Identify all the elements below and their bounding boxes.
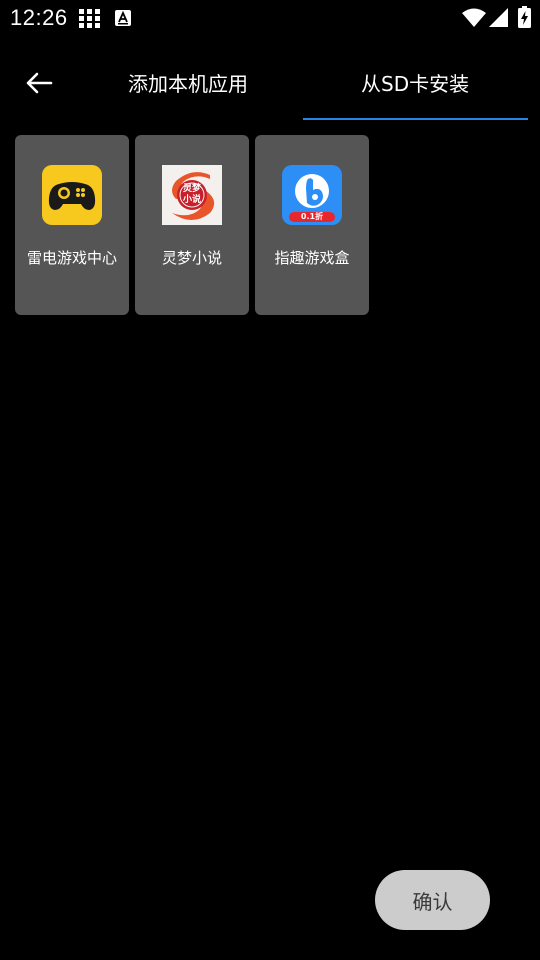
app-label: 灵梦小说: [161, 249, 222, 267]
wifi-icon: [462, 8, 486, 32]
header: 添加本机应用 从SD卡安装: [0, 50, 540, 120]
gamepad-icon: [42, 165, 102, 225]
battery-charging-icon: [518, 6, 531, 32]
app-label: 雷电游戏中心: [26, 249, 117, 267]
screen: 12:26 添加本机应用 从SD卡安装 雷电游戏中心 灵梦小说 灵梦小说 0.1…: [0, 0, 540, 960]
discount-badge: 0.1折: [300, 212, 324, 221]
status-time: 12:26: [10, 5, 68, 30]
tab-install-from-sd[interactable]: 从SD卡安装: [361, 68, 469, 100]
back-button[interactable]: [18, 64, 60, 106]
app-tile-leidian-game-center[interactable]: 雷电游戏中心: [15, 135, 129, 315]
grid-notification-icon: [79, 9, 101, 33]
tab-add-local-app[interactable]: 添加本机应用: [128, 68, 248, 100]
status-bar: 12:26: [0, 0, 540, 36]
zhiqu-game-box-icon: 0.1折: [282, 165, 342, 225]
icon-text: 灵梦小说: [182, 184, 201, 205]
a-letter-notification-icon: [115, 10, 131, 30]
app-tile-lingmeng-novel[interactable]: 灵梦小说 灵梦小说: [135, 135, 249, 315]
confirm-button[interactable]: 确认: [375, 870, 490, 930]
lingmeng-novel-icon: 灵梦小说: [162, 165, 222, 225]
signal-icon: [489, 8, 509, 32]
app-label: 指趣游戏盒: [274, 249, 350, 267]
arrow-left-icon: [25, 71, 53, 99]
tab-selected-indicator: [303, 118, 528, 120]
app-tile-zhiqu-game-box[interactable]: 0.1折 指趣游戏盒: [255, 135, 369, 315]
app-grid: 雷电游戏中心 灵梦小说 灵梦小说 0.1折 指趣游戏盒: [15, 135, 369, 315]
